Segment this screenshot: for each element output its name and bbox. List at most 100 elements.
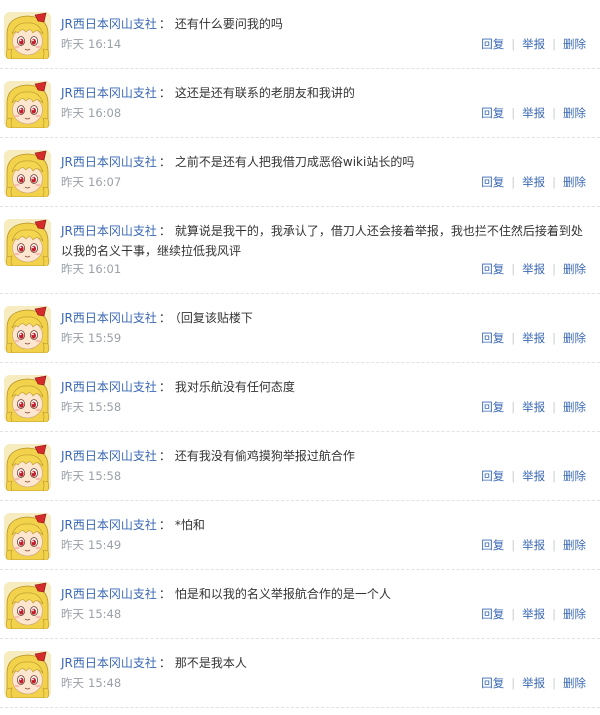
report-button[interactable]: 举报 bbox=[522, 607, 545, 621]
report-button[interactable]: 举报 bbox=[522, 400, 545, 414]
reply-button[interactable]: 回复 bbox=[481, 331, 504, 345]
reply-button[interactable]: 回复 bbox=[481, 400, 504, 414]
report-button[interactable]: 举报 bbox=[522, 175, 545, 189]
avatar[interactable] bbox=[4, 150, 51, 197]
username-link[interactable]: JR西日本冈山支社 bbox=[61, 224, 157, 238]
reply-button[interactable]: 回复 bbox=[481, 175, 504, 189]
timestamp-day: 昨天 bbox=[61, 106, 84, 120]
report-button[interactable]: 举报 bbox=[522, 331, 545, 345]
comment-actions: 回复 | 举报 | 删除 bbox=[481, 468, 586, 484]
avatar[interactable] bbox=[4, 651, 51, 698]
comment-item: JR西日本冈山支社：还有我没有偷鸡摸狗举报过航合作 昨天 15:58 回复 | 举报 |… bbox=[0, 432, 600, 501]
timestamp: 昨天 16:01 bbox=[61, 261, 121, 277]
divider: | bbox=[511, 37, 516, 51]
avatar[interactable] bbox=[4, 444, 51, 491]
timestamp-day: 昨天 bbox=[61, 400, 84, 414]
divider: | bbox=[511, 400, 516, 414]
comment-body: JR西日本冈山支社：那不是我本人 bbox=[61, 653, 590, 673]
timestamp-day: 昨天 bbox=[61, 538, 84, 552]
username-link[interactable]: JR西日本冈山支社 bbox=[61, 380, 157, 394]
comment-item: JR西日本冈山支社： *怕和 昨天 15:49 回复 | 举报 | 删除 bbox=[0, 501, 600, 570]
timestamp-time: 15:49 bbox=[88, 538, 122, 552]
divider: | bbox=[511, 676, 516, 690]
comment-body: JR西日本冈山支社：之前不是还有人把我借刀成恶俗wiki站长的吗 bbox=[61, 152, 590, 172]
username-link[interactable]: JR西日本冈山支社 bbox=[61, 311, 157, 325]
comment-text: 之前不是还有人把我借刀成恶俗wiki站长的吗 bbox=[174, 155, 415, 169]
delete-button[interactable]: 删除 bbox=[563, 331, 586, 345]
timestamp-day: 昨天 bbox=[61, 331, 84, 345]
divider: | bbox=[511, 262, 516, 276]
colon: ： bbox=[158, 155, 171, 169]
reply-button[interactable]: 回复 bbox=[481, 262, 504, 276]
username-link[interactable]: JR西日本冈山支社 bbox=[61, 86, 157, 100]
username-link[interactable]: JR西日本冈山支社 bbox=[61, 518, 157, 532]
comment-item: JR西日本冈山支社：就算说是我干的，我承认了，借刀人还会接着举报，我也拦不住然后… bbox=[0, 207, 600, 294]
comment-body: JR西日本冈山支社：怕是和以我的名义举报航合作的是一个人 bbox=[61, 584, 590, 604]
avatar[interactable] bbox=[4, 12, 51, 59]
reply-button[interactable]: 回复 bbox=[481, 106, 504, 120]
delete-button[interactable]: 删除 bbox=[563, 676, 586, 690]
reply-button[interactable]: 回复 bbox=[481, 37, 504, 51]
comment-item: JR西日本冈山支社：我对乐航没有任何态度 昨天 15:58 回复 | 举报 | 删除 bbox=[0, 363, 600, 432]
username-link[interactable]: JR西日本冈山支社 bbox=[61, 587, 157, 601]
delete-button[interactable]: 删除 bbox=[563, 175, 586, 189]
delete-button[interactable]: 删除 bbox=[563, 106, 586, 120]
comment-actions: 回复 | 举报 | 删除 bbox=[481, 399, 586, 415]
timestamp: 昨天 15:58 bbox=[61, 399, 121, 415]
comment-actions: 回复 | 举报 | 删除 bbox=[481, 675, 586, 691]
comment-list: JR西日本冈山支社：还有什么要问我的吗 昨天 16:14 回复 | 举报 | 删除 JR西… bbox=[0, 0, 600, 708]
divider: | bbox=[511, 331, 516, 345]
comment-actions: 回复 | 举报 | 删除 bbox=[481, 261, 586, 277]
reply-button[interactable]: 回复 bbox=[481, 676, 504, 690]
comment-body: JR西日本冈山支社：这还是还有联系的老朋友和我讲的 bbox=[61, 83, 590, 103]
timestamp-day: 昨天 bbox=[61, 175, 84, 189]
comment-item: JR西日本冈山支社：（回复该贴楼下 昨天 15:59 回复 | 举报 | 删除 bbox=[0, 294, 600, 363]
timestamp: 昨天 16:07 bbox=[61, 174, 121, 190]
avatar[interactable] bbox=[4, 219, 51, 266]
username-link[interactable]: JR西日本冈山支社 bbox=[61, 155, 157, 169]
avatar[interactable] bbox=[4, 306, 51, 353]
timestamp-time: 16:01 bbox=[88, 262, 122, 276]
divider: | bbox=[552, 607, 556, 621]
username-link[interactable]: JR西日本冈山支社 bbox=[61, 17, 157, 31]
reply-button[interactable]: 回复 bbox=[481, 538, 504, 552]
colon: ： bbox=[158, 224, 171, 238]
divider: | bbox=[511, 538, 516, 552]
delete-button[interactable]: 删除 bbox=[563, 607, 586, 621]
comment-text: 还有什么要问我的吗 bbox=[174, 17, 283, 31]
timestamp: 昨天 15:58 bbox=[61, 468, 121, 484]
comment-item: JR西日本冈山支社：那不是我本人 昨天 15:48 回复 | 举报 | 删除 bbox=[0, 639, 600, 708]
delete-button[interactable]: 删除 bbox=[563, 538, 586, 552]
report-button[interactable]: 举报 bbox=[522, 538, 545, 552]
timestamp-time: 15:58 bbox=[88, 400, 122, 414]
report-button[interactable]: 举报 bbox=[522, 469, 545, 483]
avatar[interactable] bbox=[4, 375, 51, 422]
timestamp-time: 15:48 bbox=[88, 607, 122, 621]
divider: | bbox=[552, 262, 556, 276]
avatar[interactable] bbox=[4, 582, 51, 629]
reply-button[interactable]: 回复 bbox=[481, 607, 504, 621]
reply-button[interactable]: 回复 bbox=[481, 469, 504, 483]
divider: | bbox=[552, 400, 556, 414]
divider: | bbox=[511, 469, 516, 483]
delete-button[interactable]: 删除 bbox=[563, 37, 586, 51]
comment-item: JR西日本冈山支社：怕是和以我的名义举报航合作的是一个人 昨天 15:48 回复 |… bbox=[0, 570, 600, 639]
avatar[interactable] bbox=[4, 81, 51, 128]
comment-actions: 回复 | 举报 | 删除 bbox=[481, 174, 586, 190]
report-button[interactable]: 举报 bbox=[522, 676, 545, 690]
username-link[interactable]: JR西日本冈山支社 bbox=[61, 656, 157, 670]
colon: ： bbox=[158, 311, 171, 325]
timestamp-time: 16:14 bbox=[88, 37, 122, 51]
delete-button[interactable]: 删除 bbox=[563, 400, 586, 414]
colon: ： bbox=[158, 518, 171, 532]
report-button[interactable]: 举报 bbox=[522, 106, 545, 120]
report-button[interactable]: 举报 bbox=[522, 37, 545, 51]
avatar[interactable] bbox=[4, 513, 51, 560]
report-button[interactable]: 举报 bbox=[522, 262, 545, 276]
comment-text: 这还是还有联系的老朋友和我讲的 bbox=[174, 86, 355, 100]
delete-button[interactable]: 删除 bbox=[563, 262, 586, 276]
divider: | bbox=[552, 37, 556, 51]
comment-item: JR西日本冈山支社：之前不是还有人把我借刀成恶俗wiki站长的吗 昨天 16:07… bbox=[0, 138, 600, 207]
username-link[interactable]: JR西日本冈山支社 bbox=[61, 449, 157, 463]
delete-button[interactable]: 删除 bbox=[563, 469, 586, 483]
